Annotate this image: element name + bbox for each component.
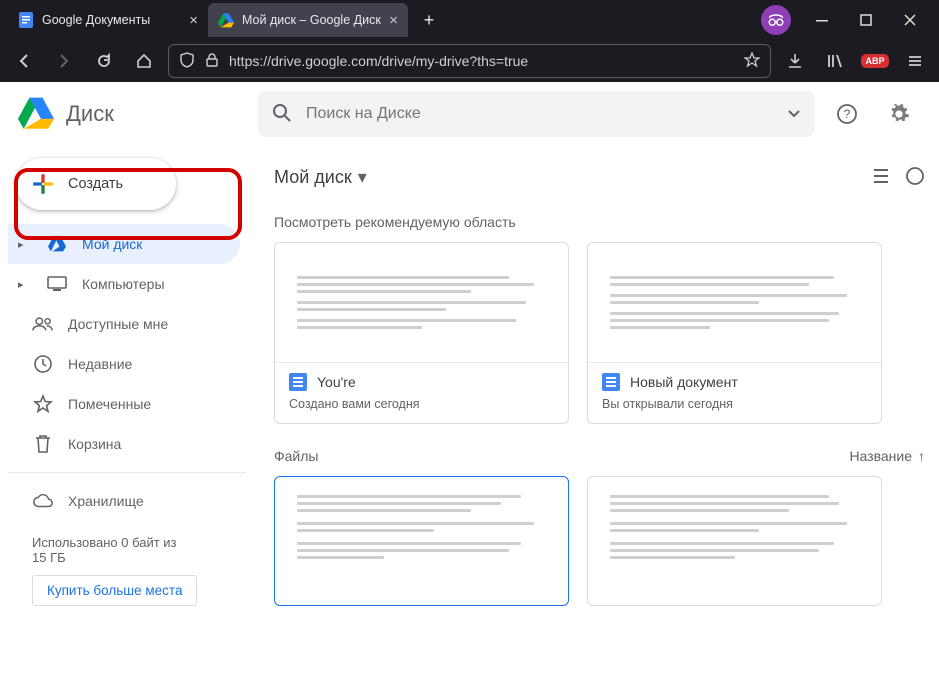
- sidebar-item-storage[interactable]: Хранилище: [8, 481, 240, 521]
- card-subtitle: Создано вами сегодня: [289, 397, 554, 411]
- sidebar-label: Доступные мне: [68, 316, 168, 332]
- sidebar-label: Помеченные: [68, 396, 151, 412]
- create-label: Создать: [68, 176, 123, 192]
- suggested-title: Посмотреть рекомендуемую область: [274, 214, 925, 230]
- sidebar-item-trash[interactable]: Корзина: [8, 424, 240, 464]
- drive-icon: [46, 233, 68, 255]
- sidebar-item-my-drive[interactable]: ▸ Мой диск: [8, 224, 240, 264]
- storage-text-1: Использовано 0 байт из: [32, 535, 246, 550]
- cloud-icon: [32, 490, 54, 512]
- bookmark-star-icon[interactable]: [744, 52, 760, 71]
- search-bar[interactable]: [258, 91, 815, 137]
- menu-button[interactable]: [899, 45, 931, 77]
- main-content: Мой диск ▾ Посмотреть рекомендуемую обла…: [256, 146, 939, 693]
- files-label: Файлы: [274, 448, 318, 464]
- expand-arrow-icon[interactable]: ▸: [18, 238, 32, 251]
- window-minimize-button[interactable]: [801, 4, 843, 36]
- card-thumbnail: [275, 243, 568, 363]
- sidebar-item-computers[interactable]: ▸ Компьютеры: [8, 264, 240, 304]
- window-close-button[interactable]: [889, 4, 931, 36]
- storage-usage: Использовано 0 байт из 15 ГБ Купить боль…: [8, 535, 246, 606]
- tab-strip: Google Документы × Мой диск – Google Дис…: [0, 0, 939, 40]
- browser-toolbar: https://drive.google.com/drive/my-drive?…: [0, 40, 939, 82]
- back-button[interactable]: [8, 45, 40, 77]
- shared-icon: [32, 313, 54, 335]
- forward-button[interactable]: [48, 45, 80, 77]
- docs-favicon-icon: [18, 12, 34, 28]
- breadcrumb[interactable]: Мой диск ▾: [274, 167, 367, 188]
- incognito-icon: [761, 5, 791, 35]
- url-bar[interactable]: https://drive.google.com/drive/my-drive?…: [168, 44, 771, 78]
- tab-title: Google Документы: [42, 13, 150, 27]
- card-subtitle: Вы открывали сегодня: [602, 397, 867, 411]
- sidebar: Создать ▸ Мой диск ▸ Компьютеры Доступны…: [0, 146, 256, 693]
- details-button[interactable]: [905, 166, 925, 189]
- window-maximize-button[interactable]: [845, 4, 887, 36]
- settings-button[interactable]: [879, 94, 919, 134]
- docs-icon: [602, 373, 620, 391]
- search-options-icon[interactable]: [787, 106, 801, 123]
- library-button[interactable]: [819, 45, 851, 77]
- file-card[interactable]: [274, 476, 569, 606]
- drive-logo-icon: [16, 96, 56, 132]
- help-button[interactable]: ?: [827, 94, 867, 134]
- docs-icon: [289, 373, 307, 391]
- clock-icon: [32, 353, 54, 375]
- search-input[interactable]: [306, 105, 773, 123]
- buy-more-button[interactable]: Купить больше места: [32, 575, 197, 606]
- product-name: Диск: [66, 101, 114, 127]
- close-icon[interactable]: ×: [389, 12, 398, 29]
- sidebar-item-shared[interactable]: Доступные мне: [8, 304, 240, 344]
- list-view-button[interactable]: [871, 166, 891, 189]
- url-text: https://drive.google.com/drive/my-drive?…: [229, 53, 734, 69]
- sort-button[interactable]: Название ↑: [849, 448, 925, 464]
- arrow-up-icon: ↑: [918, 448, 925, 464]
- card-thumbnail: [588, 243, 881, 363]
- browser-tab-docs[interactable]: Google Документы ×: [8, 3, 208, 37]
- home-button[interactable]: [128, 45, 160, 77]
- sidebar-item-recent[interactable]: Недавние: [8, 344, 240, 384]
- sidebar-label: Недавние: [68, 356, 132, 372]
- computers-icon: [46, 273, 68, 295]
- storage-text-2: 15 ГБ: [32, 550, 246, 565]
- tab-title: Мой диск – Google Диск: [242, 13, 381, 27]
- star-icon: [32, 393, 54, 415]
- suggested-card[interactable]: Новый документ Вы открывали сегодня: [587, 242, 882, 424]
- file-card[interactable]: [587, 476, 882, 606]
- abp-button[interactable]: ABP: [859, 45, 891, 77]
- card-title: Новый документ: [630, 374, 738, 390]
- sort-label: Название: [849, 448, 912, 464]
- close-icon[interactable]: ×: [189, 12, 198, 29]
- card-title: You're: [317, 374, 356, 390]
- breadcrumb-label: Мой диск: [274, 167, 352, 188]
- sidebar-item-starred[interactable]: Помеченные: [8, 384, 240, 424]
- sidebar-label: Корзина: [68, 436, 121, 452]
- chevron-down-icon: ▾: [358, 167, 367, 188]
- sidebar-label: Хранилище: [68, 493, 144, 509]
- app-header: Диск ?: [0, 82, 939, 146]
- sidebar-label: Мой диск: [82, 236, 142, 252]
- downloads-button[interactable]: [779, 45, 811, 77]
- reload-button[interactable]: [88, 45, 120, 77]
- drive-favicon-icon: [218, 12, 234, 28]
- svg-text:?: ?: [844, 107, 851, 121]
- expand-arrow-icon[interactable]: ▸: [18, 278, 32, 291]
- plus-icon: [30, 171, 56, 197]
- shield-icon: [179, 52, 195, 71]
- trash-icon: [32, 433, 54, 455]
- browser-tab-drive[interactable]: Мой диск – Google Диск ×: [208, 3, 408, 37]
- sidebar-label: Компьютеры: [82, 276, 165, 292]
- lock-icon: [205, 53, 219, 70]
- search-icon: [272, 103, 292, 126]
- create-button[interactable]: Создать: [16, 158, 176, 210]
- suggested-card[interactable]: You're Создано вами сегодня: [274, 242, 569, 424]
- new-tab-button[interactable]: +: [414, 5, 444, 35]
- drive-logo[interactable]: Диск: [16, 96, 246, 132]
